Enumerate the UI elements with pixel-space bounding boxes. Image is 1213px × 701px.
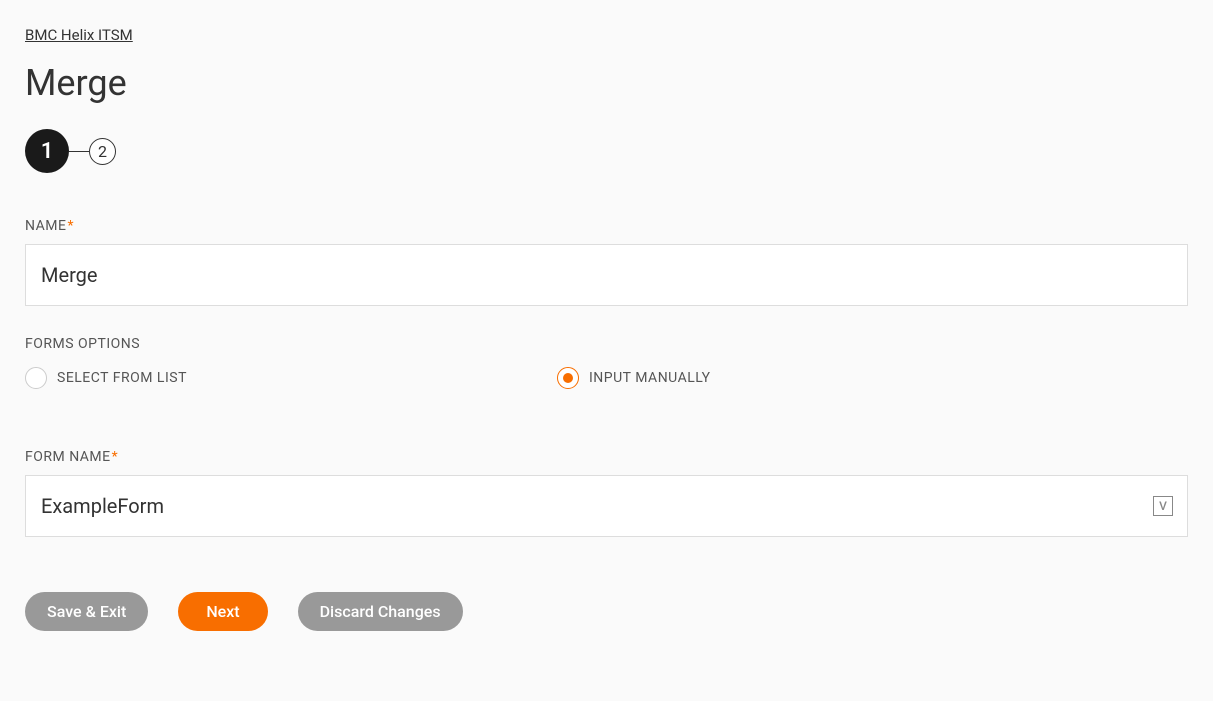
forms-options-group: FORMS OPTIONS SELECT FROM LIST INPUT MAN… — [25, 336, 1188, 389]
breadcrumb-link[interactable]: BMC Helix ITSM — [25, 26, 133, 44]
radio-label-input-manually: INPUT MANUALLY — [589, 370, 711, 386]
name-input[interactable] — [25, 244, 1188, 306]
step-2[interactable]: 2 — [89, 138, 116, 165]
form-name-input-wrapper: V — [25, 475, 1188, 537]
name-label-text: NAME — [25, 218, 66, 234]
radio-label-select-from-list: SELECT FROM LIST — [57, 370, 187, 386]
required-asterisk: * — [67, 218, 74, 234]
page-title: Merge — [25, 62, 1188, 104]
button-row: Save & Exit Next Discard Changes — [25, 592, 1188, 631]
step-connector — [69, 151, 89, 152]
required-asterisk: * — [112, 449, 119, 465]
step-1[interactable]: 1 — [25, 129, 69, 173]
form-name-label: FORM NAME* — [25, 449, 1188, 465]
radio-circle-unselected — [25, 367, 47, 389]
radio-circle-selected — [557, 367, 579, 389]
radio-input-manually[interactable]: INPUT MANUALLY — [557, 367, 711, 389]
stepper: 1 2 — [25, 129, 1188, 173]
form-name-input[interactable] — [25, 475, 1188, 537]
radio-group: SELECT FROM LIST INPUT MANUALLY — [25, 367, 1188, 389]
forms-options-label: FORMS OPTIONS — [25, 336, 1188, 352]
save-exit-button[interactable]: Save & Exit — [25, 592, 148, 631]
form-name-field-group: FORM NAME* V — [25, 449, 1188, 537]
name-field-group: NAME* — [25, 218, 1188, 306]
radio-select-from-list[interactable]: SELECT FROM LIST — [25, 367, 187, 389]
form-name-label-text: FORM NAME — [25, 449, 111, 465]
next-button[interactable]: Next — [178, 592, 267, 631]
name-label: NAME* — [25, 218, 1188, 234]
discard-changes-button[interactable]: Discard Changes — [298, 592, 463, 631]
radio-inner-dot — [563, 373, 573, 383]
variable-picker-icon[interactable]: V — [1153, 496, 1173, 516]
